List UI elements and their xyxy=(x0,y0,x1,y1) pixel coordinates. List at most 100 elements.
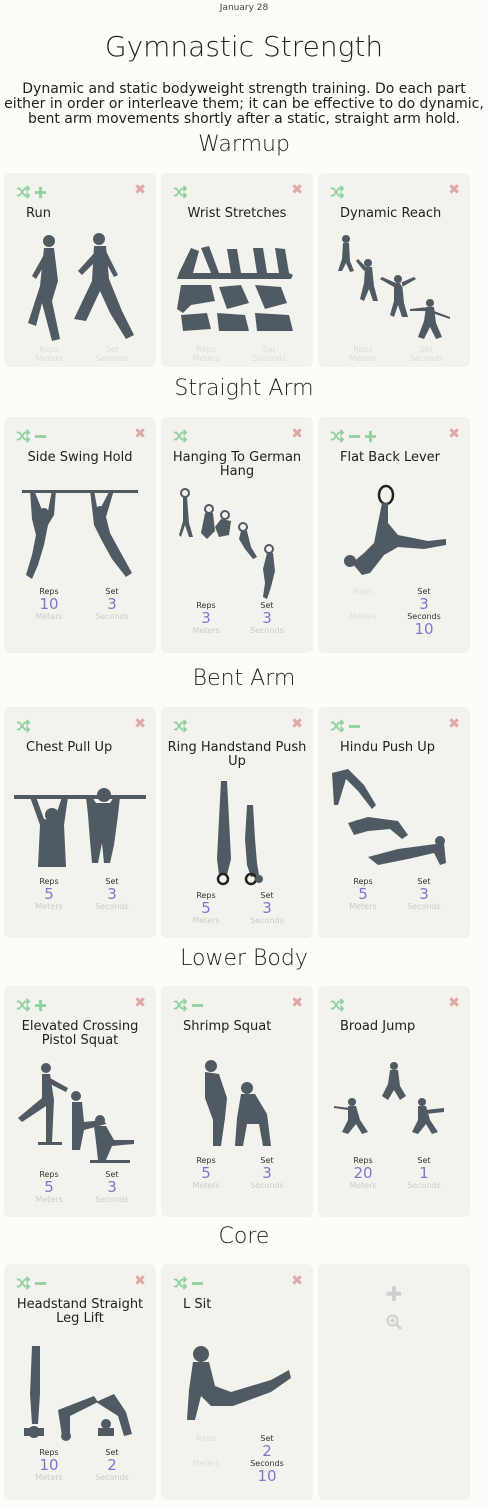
reps-stat: Reps 5 Meters xyxy=(35,1170,63,1204)
close-icon[interactable]: ✖ xyxy=(134,183,146,197)
exercise-name: Broad Jump xyxy=(340,1019,416,1034)
minus-icon[interactable] xyxy=(34,430,47,443)
plus-icon[interactable] xyxy=(34,999,47,1012)
exercise-name: Shrimp Squat xyxy=(183,1019,272,1034)
set-stat: Set 3 Seconds xyxy=(95,877,129,911)
reps-stat: Reps Meters xyxy=(35,345,63,363)
minus-icon[interactable] xyxy=(348,720,361,733)
shrimp-squat-illustration xyxy=(205,1060,271,1146)
shuffle-icon[interactable] xyxy=(172,1276,188,1290)
reps-stat: Reps 5 Meters xyxy=(192,891,220,925)
close-icon[interactable]: ✖ xyxy=(291,183,303,197)
shuffle-icon[interactable] xyxy=(329,998,345,1012)
set-stat: Set 3 Seconds xyxy=(250,601,284,635)
set-stat: Set 3 Seconds xyxy=(250,891,284,925)
broad-jump-illustration xyxy=(334,1062,444,1134)
minus-icon[interactable] xyxy=(191,999,204,1012)
add-exercise-plus-icon[interactable]: ✚ xyxy=(318,1282,470,1306)
exercise-card-run[interactable]: ✖ Run Reps Meters Set Seconds xyxy=(4,173,156,367)
exercise-card-shrimp-squat[interactable]: ✖ Shrimp Squat Reps 5 Meters Set 3 Seconds xyxy=(161,986,313,1217)
l-sit-illustration xyxy=(187,1346,291,1420)
section-title-warmup: Warmup xyxy=(198,132,290,157)
set-stat: Set 3 Seconds xyxy=(407,877,441,911)
exercise-name: Flat Back Lever xyxy=(340,450,441,465)
add-exercise-card[interactable]: ✚ xyxy=(318,1264,470,1500)
plus-icon[interactable] xyxy=(364,430,377,443)
zoom-in-icon[interactable] xyxy=(318,1314,470,1334)
close-icon[interactable]: ✖ xyxy=(448,183,460,197)
section-title-core: Core xyxy=(218,1224,270,1249)
reps-stat: Reps 5 Meters xyxy=(349,877,377,911)
reps-stat: Reps 5 Meters xyxy=(192,1156,220,1190)
exercise-card-headstand-straight-leg-lift[interactable]: ✖ Headstand Straight Leg Lift Reps 10 Mete… xyxy=(4,1264,156,1500)
shuffle-icon[interactable] xyxy=(15,998,31,1012)
set-stat: Set Seconds xyxy=(252,345,286,363)
wrist-stretches-illustration xyxy=(177,246,293,331)
minus-icon[interactable] xyxy=(191,1277,204,1290)
chest-pull-up-illustration xyxy=(14,788,146,867)
set-stat: Set 2 Seconds xyxy=(95,1448,129,1482)
exercise-card-side-swing-hold[interactable]: ✖ Side Swing Hold Reps 10 Meters Set 3 Secon… xyxy=(4,417,156,653)
exercise-card-l-sit[interactable]: ✖ L Sit Reps Meters Set 2 Seconds 10 xyxy=(161,1264,313,1500)
close-icon[interactable]: ✖ xyxy=(291,427,303,441)
exercise-card-ring-handstand-push-up[interactable]: ✖ Ring Handstand Push Up Reps 5 Meters Set… xyxy=(161,707,313,938)
exercise-name: Dynamic Reach xyxy=(340,206,442,221)
shuffle-icon[interactable] xyxy=(172,185,188,199)
reps-stat: Reps 3 Meters xyxy=(192,601,220,635)
shuffle-icon[interactable] xyxy=(329,185,345,199)
set-stat: Set 3 Seconds 10 xyxy=(407,587,441,638)
reps-stat: Reps 10 Meters xyxy=(35,1448,63,1482)
close-icon[interactable]: ✖ xyxy=(448,996,460,1010)
exercise-card-dynamic-reach[interactable]: ✖ Dynamic Reach Reps Meters Set Seconds xyxy=(318,173,470,367)
plus-icon[interactable] xyxy=(34,186,47,199)
shuffle-icon[interactable] xyxy=(172,998,188,1012)
shuffle-icon[interactable] xyxy=(15,429,31,443)
page-description: Dynamic and static bodyweight strength t… xyxy=(4,81,484,127)
reps-stat: Reps 20 Meters xyxy=(349,1156,377,1190)
exercise-card-chest-pull-up[interactable]: ✖ Chest Pull Up Reps 5 Meters Set 3 Seconds xyxy=(4,707,156,938)
shuffle-icon[interactable] xyxy=(15,1276,31,1290)
exercise-name: Side Swing Hold xyxy=(27,450,133,465)
close-icon[interactable]: ✖ xyxy=(291,1274,303,1288)
exercise-card-hindu-push-up[interactable]: ✖ Hindu Push Up Reps 5 Meters Set 3 Seconds xyxy=(318,707,470,938)
set-stat: Set 2 Seconds 10 xyxy=(250,1434,284,1485)
reps-stat: Reps 10 Meters xyxy=(35,587,63,621)
exercise-card-broad-jump[interactable]: ✖ Broad Jump Reps 20 Meters Set 1 Seconds xyxy=(318,986,470,1217)
exercise-card-elevated-crossing-pistol-squat[interactable]: ✖ Elevated Crossing Pistol Squat Reps 5 Me… xyxy=(4,986,156,1217)
shuffle-icon[interactable] xyxy=(172,719,188,733)
set-stat: Set 3 Seconds xyxy=(95,1170,129,1204)
close-icon[interactable]: ✖ xyxy=(291,717,303,731)
hindu-push-up-illustration xyxy=(332,769,446,865)
hanging-to-german-hang-illustration xyxy=(179,488,275,599)
close-icon[interactable]: ✖ xyxy=(134,1274,146,1288)
exercise-name: Hanging To German Hang xyxy=(172,450,302,479)
reps-stat: Reps Meters xyxy=(192,1434,220,1468)
shuffle-icon[interactable] xyxy=(329,429,345,443)
reps-stat: Reps Meters xyxy=(349,345,377,363)
exercise-card-wrist-stretches[interactable]: ✖ Wrist Stretches Reps Meters Set Seconds xyxy=(161,173,313,367)
close-icon[interactable]: ✖ xyxy=(134,996,146,1010)
shuffle-icon[interactable] xyxy=(15,719,31,733)
section-title-lower-body: Lower Body xyxy=(180,946,308,971)
set-stat: Set Seconds xyxy=(95,345,129,363)
minus-icon[interactable] xyxy=(348,430,361,443)
close-icon[interactable]: ✖ xyxy=(134,717,146,731)
close-icon[interactable]: ✖ xyxy=(134,427,146,441)
set-stat: Set 1 Seconds xyxy=(407,1156,441,1190)
exercise-name: Run xyxy=(26,206,51,221)
close-icon[interactable]: ✖ xyxy=(448,717,460,731)
exercise-name: Headstand Straight Leg Lift xyxy=(16,1297,144,1326)
set-stat: Set Seconds xyxy=(409,345,443,363)
dynamic-reach-illustration xyxy=(338,235,450,339)
shuffle-icon[interactable] xyxy=(329,719,345,733)
close-icon[interactable]: ✖ xyxy=(291,996,303,1010)
shuffle-icon[interactable] xyxy=(15,185,31,199)
close-icon[interactable]: ✖ xyxy=(448,427,460,441)
page-title: Gymnastic Strength xyxy=(104,30,384,63)
minus-icon[interactable] xyxy=(34,1277,47,1290)
section-title-bent-arm: Bent Arm xyxy=(192,666,296,691)
exercise-card-hanging-to-german-hang[interactable]: ✖ Hanging To German Hang Reps 3 Meters Set… xyxy=(161,417,313,653)
exercise-card-flat-back-lever[interactable]: ✖ Flat Back Lever Reps Meters Set 3 Second… xyxy=(318,417,470,653)
shuffle-icon[interactable] xyxy=(172,429,188,443)
flat-back-lever-illustration xyxy=(344,484,446,575)
